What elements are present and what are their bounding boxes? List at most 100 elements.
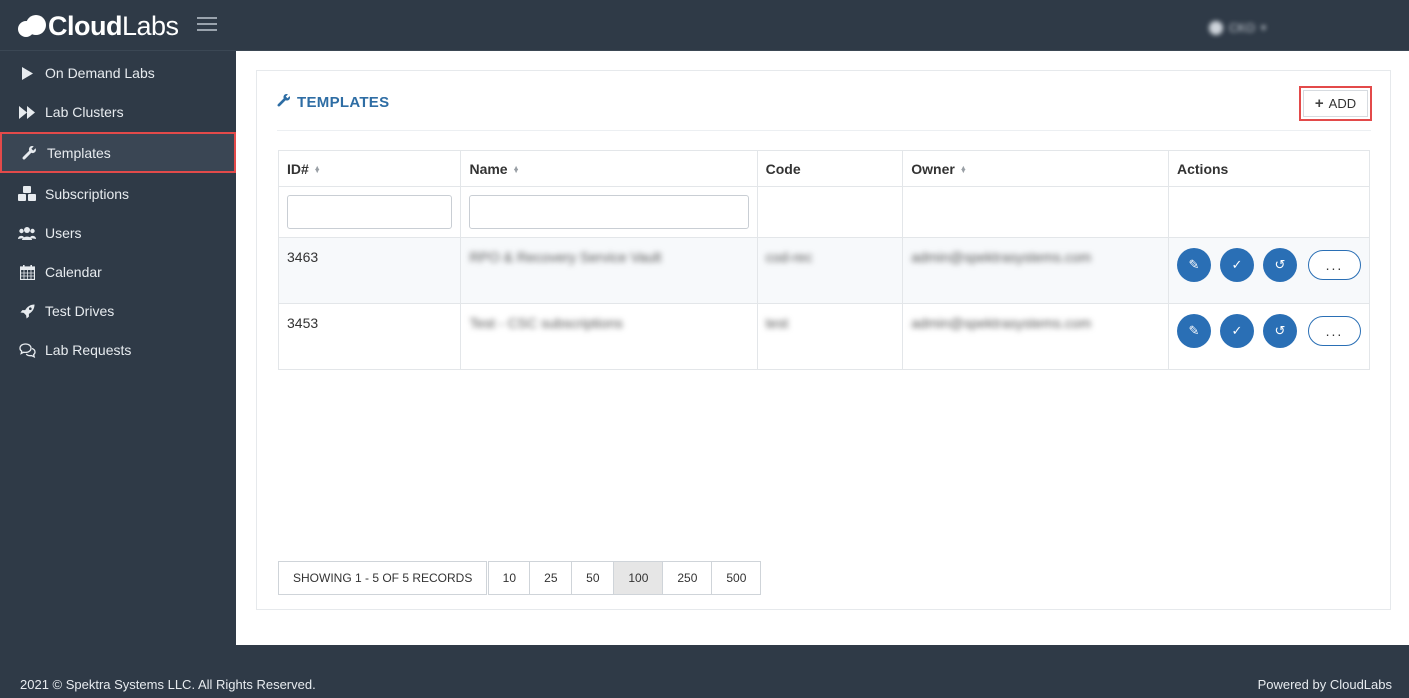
filter-cell xyxy=(1168,186,1370,238)
template-owner: admin@spektrasystems.com xyxy=(911,315,1092,331)
check-circle-icon: ✓ xyxy=(1231,257,1243,272)
divider xyxy=(277,130,1371,131)
sidebar-item-users[interactable]: Users xyxy=(0,213,236,253)
code-cell: test xyxy=(756,303,904,370)
column-header-owner[interactable]: Owner ▲ ▼ xyxy=(902,150,1169,187)
page-size-500[interactable]: 500 xyxy=(712,561,762,595)
approve-button[interactable]: ✓ xyxy=(1220,248,1254,282)
add-button[interactable]: + ADD xyxy=(1303,90,1368,117)
records-info: SHOWING 1 - 5 OF 5 RECORDS xyxy=(278,561,488,595)
pagination: SHOWING 1 - 5 OF 5 RECORDS 10 25 50 100 … xyxy=(278,561,762,595)
cloudlabs-logo[interactable]: CloudLabs xyxy=(18,6,179,46)
filter-cell xyxy=(277,186,462,238)
powered-by-text: Powered by CloudLabs xyxy=(1257,677,1392,692)
row-actions: ✎ ✓ ↺ ... xyxy=(1177,248,1361,282)
sidebar-item-lab-requests[interactable]: Lab Requests xyxy=(0,330,236,370)
id-cell: 3463 xyxy=(277,237,462,304)
comments-icon xyxy=(18,341,36,359)
templates-panel: TEMPLATES + ADD ID# ▲ ▼ Name ▲ ▼ Code Owner ▲… xyxy=(256,70,1391,610)
name-filter-input[interactable] xyxy=(469,195,749,229)
name-cell: Test - CSC subscriptions xyxy=(460,303,758,370)
column-header-id[interactable]: ID# ▲ ▼ xyxy=(277,150,462,187)
sidebar-item-lab-clusters[interactable]: Lab Clusters xyxy=(0,92,236,132)
footer: 2021 © Spektra Systems LLC. All Rights R… xyxy=(0,667,1409,698)
templates-table: ID# ▲ ▼ Name ▲ ▼ Code Owner ▲ ▼ Actions 3463 xyxy=(277,150,1370,370)
more-actions-button[interactable]: ... xyxy=(1308,316,1361,346)
sidebar: On Demand Labs Lab Clusters Templates Su… xyxy=(0,51,236,645)
owner-cell: admin@spektrasystems.com xyxy=(902,237,1169,304)
edit-icon: ✎ xyxy=(1188,257,1200,272)
code-cell: cod-rec xyxy=(756,237,904,304)
avatar xyxy=(1209,21,1223,35)
sidebar-item-label: Lab Clusters xyxy=(45,104,124,120)
sidebar-item-on-demand-labs[interactable]: On Demand Labs xyxy=(0,53,236,93)
sidebar-item-label: Subscriptions xyxy=(45,186,130,202)
sidebar-item-label: Test Drives xyxy=(45,303,115,319)
sort-icon: ▲ ▼ xyxy=(313,165,321,176)
history-button[interactable]: ↺ xyxy=(1263,314,1297,348)
top-bar: CloudLabs CKO ▾ xyxy=(0,0,1409,51)
owner-cell: admin@spektrasystems.com xyxy=(902,303,1169,370)
footer-spacer xyxy=(0,645,1409,667)
wrench-icon xyxy=(20,144,38,162)
check-circle-icon: ✓ xyxy=(1231,323,1243,338)
sidebar-item-subscriptions[interactable]: Subscriptions xyxy=(0,174,236,214)
id-cell: 3453 xyxy=(277,303,462,370)
sidebar-item-templates[interactable]: Templates xyxy=(0,132,236,173)
user-name: CKO xyxy=(1229,21,1256,35)
logo-text: CloudLabs xyxy=(48,10,179,41)
calendar-icon xyxy=(18,263,36,281)
add-button-label: ADD xyxy=(1328,96,1357,111)
edit-button[interactable]: ✎ xyxy=(1177,314,1211,348)
sidebar-item-label: Users xyxy=(45,225,82,241)
sidebar-item-calendar[interactable]: Calendar xyxy=(0,252,236,292)
cloud-icon xyxy=(18,13,46,39)
column-header-code: Code xyxy=(756,150,904,187)
page-size-100[interactable]: 100 xyxy=(614,561,664,595)
sidebar-item-label: Templates xyxy=(47,144,111,161)
actions-cell: ✎ ✓ ↺ ... xyxy=(1168,303,1370,370)
copyright-text: 2021 © Spektra Systems LLC. All Rights R… xyxy=(20,677,316,692)
history-icon: ↺ xyxy=(1274,323,1286,338)
page-size-25[interactable]: 25 xyxy=(530,561,573,595)
name-cell: RPO & Recovery Service Vault xyxy=(460,237,758,304)
add-button-highlight: + ADD xyxy=(1299,86,1372,121)
user-menu[interactable]: CKO ▾ xyxy=(1209,21,1266,35)
play-icon xyxy=(18,64,36,82)
edit-icon: ✎ xyxy=(1188,323,1200,338)
hamburger-menu-icon[interactable] xyxy=(197,17,217,31)
history-button[interactable]: ↺ xyxy=(1263,248,1297,282)
panel-header: TEMPLATES xyxy=(277,93,389,112)
table-row: 3463 RPO & Recovery Service Vault cod-re… xyxy=(277,237,1370,304)
template-code: cod-rec xyxy=(765,249,813,265)
main-content: TEMPLATES + ADD ID# ▲ ▼ Name ▲ ▼ Code Owner ▲… xyxy=(236,51,1409,645)
page-size-10[interactable]: 10 xyxy=(488,561,531,595)
sidebar-item-label: On Demand Labs xyxy=(45,65,155,81)
page-title: TEMPLATES xyxy=(297,94,390,111)
more-actions-button[interactable]: ... xyxy=(1308,250,1361,280)
filter-cell xyxy=(756,186,904,238)
table-row: 3453 Test - CSC subscriptions test admin… xyxy=(277,303,1370,370)
row-actions: ✎ ✓ ↺ ... xyxy=(1177,314,1361,348)
page-size-50[interactable]: 50 xyxy=(572,561,615,595)
id-filter-input[interactable] xyxy=(287,195,453,229)
edit-button[interactable]: ✎ xyxy=(1177,248,1211,282)
table-header-row: ID# ▲ ▼ Name ▲ ▼ Code Owner ▲ ▼ Actions xyxy=(277,150,1370,187)
sidebar-item-label: Lab Requests xyxy=(45,342,132,358)
sort-icon: ▲ ▼ xyxy=(959,165,967,176)
sidebar-item-test-drives[interactable]: Test Drives xyxy=(0,291,236,331)
page-size-250[interactable]: 250 xyxy=(663,561,713,595)
history-icon: ↺ xyxy=(1274,257,1286,272)
sort-icon: ▲ ▼ xyxy=(512,165,520,176)
filter-row xyxy=(277,186,1370,238)
chevron-down-icon: ▾ xyxy=(1261,22,1267,34)
users-icon xyxy=(18,224,36,242)
column-header-name[interactable]: Name ▲ ▼ xyxy=(460,150,758,187)
filter-cell xyxy=(460,186,758,238)
template-name: Test - CSC subscriptions xyxy=(469,315,623,331)
column-header-actions: Actions xyxy=(1168,150,1370,187)
approve-button[interactable]: ✓ xyxy=(1220,314,1254,348)
template-owner: admin@spektrasystems.com xyxy=(911,249,1092,265)
template-name: RPO & Recovery Service Vault xyxy=(469,249,662,265)
cubes-icon xyxy=(18,185,36,203)
